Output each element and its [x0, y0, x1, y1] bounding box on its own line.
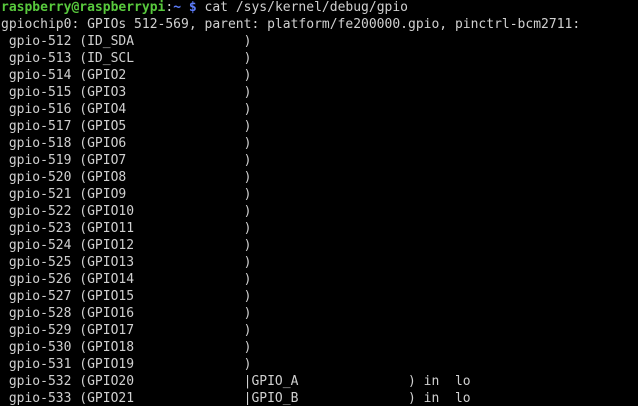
prompt-line: raspberry@raspberrypi:~ $ cat /sys/kerne…: [1, 0, 638, 16]
gpio-line: gpio-515 (GPIO3 ): [1, 85, 252, 100]
prompt-path: ~ $: [173, 0, 197, 15]
gpio-line: gpio-518 (GPIO6 ): [1, 136, 252, 151]
gpio-line: gpio-525 (GPIO13 ): [1, 255, 252, 270]
gpio-line: gpio-512 (ID_SDA ): [1, 34, 252, 49]
gpio-line: gpio-516 (GPIO4 ): [1, 102, 252, 117]
gpio-line: gpio-533 (GPIO21 |GPIO_B ) in lo: [1, 391, 471, 405]
gpio-line: gpio-527 (GPIO15 ): [1, 289, 252, 304]
gpiochip-header: gpiochip0: GPIOs 512-569, parent: platfo…: [1, 17, 581, 32]
gpio-line: gpio-529 (GPIO17 ): [1, 323, 252, 338]
gpio-line: gpio-532 (GPIO20 |GPIO_A ) in lo: [1, 374, 471, 389]
gpio-line: gpio-519 (GPIO7 ): [1, 153, 252, 168]
gpio-line: gpio-528 (GPIO16 ): [1, 306, 252, 321]
gpio-line: gpio-531 (GPIO19 ): [1, 357, 252, 372]
terminal-window[interactable]: raspberry@raspberrypi:~ $ cat /sys/kerne…: [0, 0, 638, 405]
gpio-line: gpio-530 (GPIO18 ): [1, 340, 252, 355]
gpio-line: gpio-514 (GPIO2 ): [1, 68, 252, 83]
prompt-user-host: raspberry@raspberrypi: [1, 0, 166, 15]
gpio-line: gpio-522 (GPIO10 ): [1, 204, 252, 219]
gpio-line: gpio-523 (GPIO11 ): [1, 221, 252, 236]
gpio-line: gpio-513 (ID_SCL ): [1, 51, 252, 66]
gpio-line: gpio-520 (GPIO8 ): [1, 170, 252, 185]
gpio-line: gpio-526 (GPIO14 ): [1, 272, 252, 287]
gpio-line: gpio-517 (GPIO5 ): [1, 119, 252, 134]
gpio-line: gpio-524 (GPIO12 ): [1, 238, 252, 253]
gpio-line: gpio-521 (GPIO9 ): [1, 187, 252, 202]
prompt-command: cat /sys/kernel/debug/gpio: [196, 0, 409, 15]
